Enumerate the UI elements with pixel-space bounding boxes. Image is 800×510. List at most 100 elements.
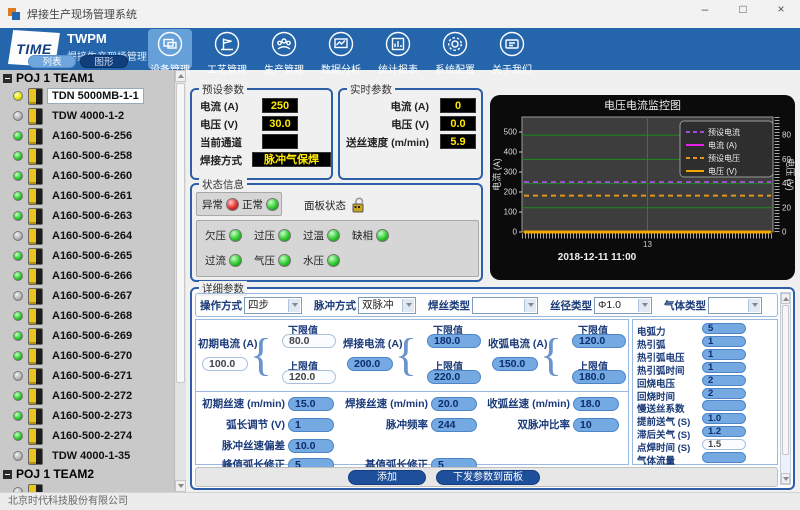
device-list-item[interactable]: A160-500-6-266 <box>0 266 186 286</box>
device-name: A160-500-6-265 <box>48 249 136 263</box>
initial-wire-speed-field[interactable]: 15.0 <box>288 397 334 411</box>
lower-limit-field[interactable]: 80.0 <box>282 334 336 348</box>
minimize-icon[interactable]: – <box>694 2 716 16</box>
scroll-up-icon[interactable] <box>175 70 186 82</box>
device-list-item[interactable]: A160-500-6-271 <box>0 366 186 386</box>
current-value-field[interactable]: 150.0 <box>492 357 538 371</box>
alarm-row: 过流 气压 水压 <box>205 253 340 268</box>
side-param-field[interactable]: 5 <box>702 323 746 334</box>
side-param-field[interactable] <box>702 400 746 411</box>
graphic-view-button[interactable]: 图形 <box>80 55 128 68</box>
alarm-led-icon <box>327 229 340 242</box>
device-name: A160-500-6-269 <box>48 329 136 343</box>
side-param-field[interactable]: 1 <box>702 336 746 347</box>
device-list-item[interactable]: A160-500-6-270 <box>0 346 186 366</box>
welding-machine-icon <box>28 128 43 145</box>
nav-production-management[interactable]: 生产管理 <box>262 29 306 69</box>
nav-about-us[interactable]: 关于我们 <box>490 29 534 69</box>
nav-device-management[interactable]: 设备管理 <box>148 29 192 69</box>
side-param-field[interactable]: 2 <box>702 375 746 386</box>
weld-mode-display: 脉冲气保焊 <box>252 152 331 167</box>
wire-diameter-select[interactable]: Φ1.0 <box>594 297 652 314</box>
device-list-item[interactable]: TDW 4000-1-2 <box>0 106 186 126</box>
current-value-field[interactable]: 200.0 <box>347 357 393 371</box>
lower-limit-field[interactable]: 180.0 <box>427 334 481 348</box>
device-list-item[interactable]: A160-500-6-260 <box>0 166 186 186</box>
detail-scrollbar[interactable] <box>780 292 791 485</box>
view-toggle: 列表 图形 <box>28 55 128 68</box>
chevron-down-icon[interactable] <box>638 299 650 312</box>
close-icon[interactable]: × <box>770 2 792 16</box>
nav-system-config[interactable]: 系统配置 <box>433 29 477 69</box>
side-param-field[interactable]: 1.2 <box>702 426 746 437</box>
chevron-down-icon[interactable] <box>748 299 760 312</box>
upper-limit-field[interactable]: 180.0 <box>572 370 626 384</box>
tree-group-team2[interactable]: POJ 1 TEAM2 <box>0 466 186 482</box>
add-button[interactable]: 添加 <box>348 470 426 485</box>
double-pulse-ratio-field[interactable]: 10 <box>573 418 619 432</box>
device-list-item[interactable]: A160-500-6-267 <box>0 286 186 306</box>
device-led-icon <box>13 431 23 441</box>
device-list-item[interactable]: A160-500-2-273 <box>0 406 186 426</box>
device-list-item[interactable]: A160-500-6-264 <box>0 226 186 246</box>
alarm-led-icon <box>229 254 242 267</box>
upper-limit-field[interactable]: 220.0 <box>427 370 481 384</box>
tree-group-team1[interactable]: POJ 1 TEAM1 <box>0 70 186 86</box>
device-list <box>0 482 186 492</box>
device-list-item[interactable]: A160-500-6-256 <box>0 126 186 146</box>
sidebar-scrollbar[interactable] <box>174 70 186 492</box>
device-list-item[interactable]: A160-500-6-263 <box>0 206 186 226</box>
chevron-down-icon[interactable] <box>288 299 300 312</box>
wire-type-select[interactable] <box>472 297 538 314</box>
device-name: A160-500-6-271 <box>48 369 136 383</box>
scroll-down-icon[interactable] <box>175 480 186 492</box>
arc-length-adjust-field[interactable]: 1 <box>288 418 334 432</box>
collapse-icon[interactable] <box>3 470 12 479</box>
side-param-field[interactable]: 2 <box>702 388 746 399</box>
wire-diameter-label: 丝径类型 <box>550 298 592 313</box>
chevron-down-icon[interactable] <box>402 299 414 312</box>
svg-text:电压电流监控图: 电压电流监控图 <box>604 98 681 112</box>
current-value-field[interactable]: 100.0 <box>202 357 248 371</box>
device-list-item[interactable]: A160-500-6-268 <box>0 306 186 326</box>
send-params-to-panel-button[interactable]: 下发参数到面板 <box>436 470 540 485</box>
scrollbar-thumb[interactable] <box>176 83 185 383</box>
crater-wire-speed-field[interactable]: 18.0 <box>573 397 619 411</box>
weld-wire-speed-field[interactable]: 20.0 <box>431 397 477 411</box>
device-list-item[interactable]: A160-500-2-272 <box>0 386 186 406</box>
side-param-field[interactable] <box>702 452 746 463</box>
side-param-field[interactable]: 1 <box>702 362 746 373</box>
device-list-item[interactable]: A160-500-6-265 <box>0 246 186 266</box>
device-list-item[interactable] <box>0 482 186 492</box>
nav-data-analysis[interactable]: 数据分析 <box>319 29 363 69</box>
device-list-item[interactable]: A160-500-6-258 <box>0 146 186 166</box>
side-param-field[interactable]: 1 <box>702 349 746 360</box>
param-label: 焊接方式 <box>200 153 242 168</box>
maximize-icon[interactable]: □ <box>732 2 754 16</box>
collapse-icon[interactable] <box>3 74 12 83</box>
nav-statistics-report[interactable]: 统计报表 <box>376 29 420 69</box>
upper-limit-field[interactable]: 120.0 <box>282 370 336 384</box>
chevron-down-icon[interactable] <box>524 299 536 312</box>
scroll-down-icon[interactable] <box>781 473 790 484</box>
side-param-field[interactable]: 1.0 <box>702 413 746 424</box>
welding-machine-icon <box>28 228 43 245</box>
device-list-item[interactable]: A160-500-6-261 <box>0 186 186 206</box>
list-view-button[interactable]: 列表 <box>28 55 76 68</box>
alarm-label: 气压 <box>254 253 275 268</box>
scrollbar-thumb[interactable] <box>782 305 789 455</box>
pulse-mode-select[interactable]: 双脉冲 <box>358 297 416 314</box>
nav-process-management[interactable]: 工艺管理 <box>205 29 249 69</box>
lower-limit-field[interactable]: 120.0 <box>572 334 626 348</box>
pulse-wire-speed-offset-field[interactable]: 10.0 <box>288 439 334 453</box>
svg-text:电压 (V): 电压 (V) <box>708 166 737 176</box>
gas-type-select[interactable] <box>708 297 762 314</box>
device-list-item[interactable]: A160-500-2-274 <box>0 426 186 446</box>
pulse-frequency-field[interactable]: 244 <box>431 418 477 432</box>
device-list-item[interactable]: A160-500-6-269 <box>0 326 186 346</box>
scroll-up-icon[interactable] <box>781 293 790 304</box>
device-list-item[interactable]: TDN 5000MB-1-1 <box>0 86 186 106</box>
operation-mode-select[interactable]: 四步 <box>244 297 302 314</box>
side-param-field[interactable]: 1.5 <box>702 439 746 450</box>
device-list-item[interactable]: TDW 4000-1-35 <box>0 446 186 466</box>
